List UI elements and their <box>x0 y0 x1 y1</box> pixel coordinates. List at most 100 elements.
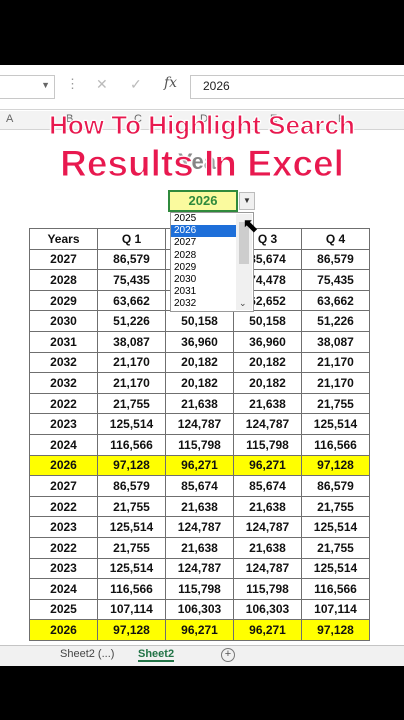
sheet-tab-sheet2[interactable]: Sheet2 <box>138 648 175 662</box>
chevron-down-icon[interactable]: ⌄ <box>239 298 247 309</box>
table-cell[interactable]: 2022 <box>29 495 98 518</box>
table-cell[interactable]: 125,514 <box>301 516 370 538</box>
table-cell[interactable]: 2027 <box>29 248 98 271</box>
table-cell[interactable]: 125,514 <box>97 413 166 435</box>
table-cell[interactable]: 116,566 <box>301 433 370 456</box>
table-cell[interactable]: 2029 <box>29 289 98 312</box>
table-cell[interactable]: 115,798 <box>165 433 234 456</box>
table-cell[interactable]: 75,435 <box>301 269 370 291</box>
table-cell[interactable]: 50,158 <box>165 310 234 332</box>
table-cell[interactable]: 21,638 <box>233 495 302 518</box>
table-cell[interactable]: 63,662 <box>301 289 370 312</box>
table-cell[interactable]: 51,226 <box>97 310 166 332</box>
table-cell[interactable]: 106,303 <box>233 598 302 621</box>
table-cell[interactable]: 2027 <box>29 475 98 497</box>
table-cell[interactable]: 86,579 <box>97 248 166 271</box>
table-cell[interactable]: 21,170 <box>97 372 166 394</box>
table-cell[interactable]: 2030 <box>29 310 98 332</box>
table-cell[interactable]: 2026 <box>29 619 98 641</box>
table-cell[interactable]: 51,226 <box>301 310 370 332</box>
table-cell[interactable]: 20,182 <box>165 351 234 374</box>
table-cell[interactable]: 50,158 <box>233 310 302 332</box>
dropdown-option[interactable]: 2031 <box>171 286 236 298</box>
table-cell[interactable]: 21,638 <box>165 392 234 415</box>
table-cell[interactable]: 96,271 <box>233 619 302 641</box>
add-sheet-icon[interactable]: + <box>221 648 235 662</box>
cancel-icon[interactable]: ✕ <box>96 76 108 93</box>
table-cell[interactable]: 20,182 <box>165 372 234 394</box>
table-cell[interactable]: 124,787 <box>165 413 234 435</box>
table-header-cell[interactable]: Q 4 <box>301 228 370 250</box>
table-cell[interactable]: 38,087 <box>301 330 370 353</box>
table-cell[interactable]: 21,755 <box>301 392 370 415</box>
table-cell[interactable]: 97,128 <box>301 619 370 641</box>
table-cell[interactable]: 21,755 <box>97 536 166 559</box>
table-cell[interactable]: 21,755 <box>97 392 166 415</box>
dropdown-option[interactable]: 2026 <box>171 225 236 238</box>
table-cell[interactable]: 96,271 <box>165 454 234 477</box>
table-cell[interactable]: 124,787 <box>233 413 302 435</box>
table-cell[interactable]: 107,114 <box>97 598 166 621</box>
table-cell[interactable]: 21,755 <box>97 495 166 518</box>
table-cell[interactable]: 125,514 <box>97 557 166 580</box>
table-cell[interactable]: 21,638 <box>165 495 234 518</box>
dropdown-option[interactable]: 2027 <box>171 237 236 249</box>
dropdown-arrow-icon[interactable]: ▼ <box>239 192 255 210</box>
table-cell[interactable]: 106,303 <box>165 598 234 621</box>
table-cell[interactable]: 115,798 <box>233 433 302 456</box>
table-cell[interactable]: 86,579 <box>97 475 166 497</box>
table-cell[interactable]: 96,271 <box>165 619 234 641</box>
table-cell[interactable]: 116,566 <box>97 433 166 456</box>
formula-input[interactable]: 2026 <box>190 75 404 99</box>
table-cell[interactable]: 2024 <box>29 433 98 456</box>
table-cell[interactable]: 115,798 <box>233 578 302 600</box>
table-cell[interactable]: 2023 <box>29 516 98 538</box>
table-cell[interactable]: 21,170 <box>97 351 166 374</box>
table-header-cell[interactable]: Years <box>29 228 98 250</box>
table-header-cell[interactable]: Q 1 <box>97 228 166 250</box>
table-cell[interactable]: 63,662 <box>97 289 166 312</box>
table-cell[interactable]: 21,638 <box>233 392 302 415</box>
table-cell[interactable]: 20,182 <box>233 372 302 394</box>
table-cell[interactable]: 36,960 <box>233 330 302 353</box>
dropdown-option[interactable]: 2032 <box>171 298 236 310</box>
table-cell[interactable]: 2024 <box>29 578 98 600</box>
table-cell[interactable]: 2022 <box>29 392 98 415</box>
table-cell[interactable]: 125,514 <box>97 516 166 538</box>
table-cell[interactable]: 116,566 <box>301 578 370 600</box>
dropdown-option[interactable]: 2025 <box>171 213 236 225</box>
table-cell[interactable]: 97,128 <box>301 454 370 477</box>
table-cell[interactable]: 85,674 <box>233 475 302 497</box>
table-cell[interactable]: 2028 <box>29 269 98 291</box>
table-cell[interactable]: 124,787 <box>165 557 234 580</box>
dropdown-option[interactable]: 2029 <box>171 262 236 274</box>
table-cell[interactable]: 2032 <box>29 351 98 374</box>
table-cell[interactable]: 21,755 <box>301 536 370 559</box>
year-selector-cell[interactable]: 2026 <box>168 190 238 212</box>
table-cell[interactable]: 125,514 <box>301 413 370 435</box>
table-cell[interactable]: 124,787 <box>233 516 302 538</box>
table-cell[interactable]: 86,579 <box>301 475 370 497</box>
table-cell[interactable]: 107,114 <box>301 598 370 621</box>
table-cell[interactable]: 2025 <box>29 598 98 621</box>
sheet-tab-sheet2-copy[interactable]: Sheet2 (...) <box>60 648 114 660</box>
table-cell[interactable]: 124,787 <box>165 516 234 538</box>
table-cell[interactable]: 21,638 <box>233 536 302 559</box>
table-cell[interactable]: 124,787 <box>233 557 302 580</box>
insert-function-icon[interactable]: fx <box>164 75 177 91</box>
table-cell[interactable]: 116,566 <box>97 578 166 600</box>
table-cell[interactable]: 97,128 <box>97 619 166 641</box>
table-cell[interactable]: 97,128 <box>97 454 166 477</box>
dropdown-option[interactable]: 2030 <box>171 274 236 286</box>
table-cell[interactable]: 2032 <box>29 372 98 394</box>
table-cell[interactable]: 2026 <box>29 454 98 477</box>
table-cell[interactable]: 38,087 <box>97 330 166 353</box>
table-cell[interactable]: 96,271 <box>233 454 302 477</box>
table-cell[interactable]: 21,755 <box>301 495 370 518</box>
table-cell[interactable]: 85,674 <box>165 475 234 497</box>
table-cell[interactable]: 21,170 <box>301 372 370 394</box>
table-cell[interactable]: 21,170 <box>301 351 370 374</box>
table-cell[interactable]: 2023 <box>29 557 98 580</box>
table-cell[interactable]: 21,638 <box>165 536 234 559</box>
table-cell[interactable]: 2031 <box>29 330 98 353</box>
